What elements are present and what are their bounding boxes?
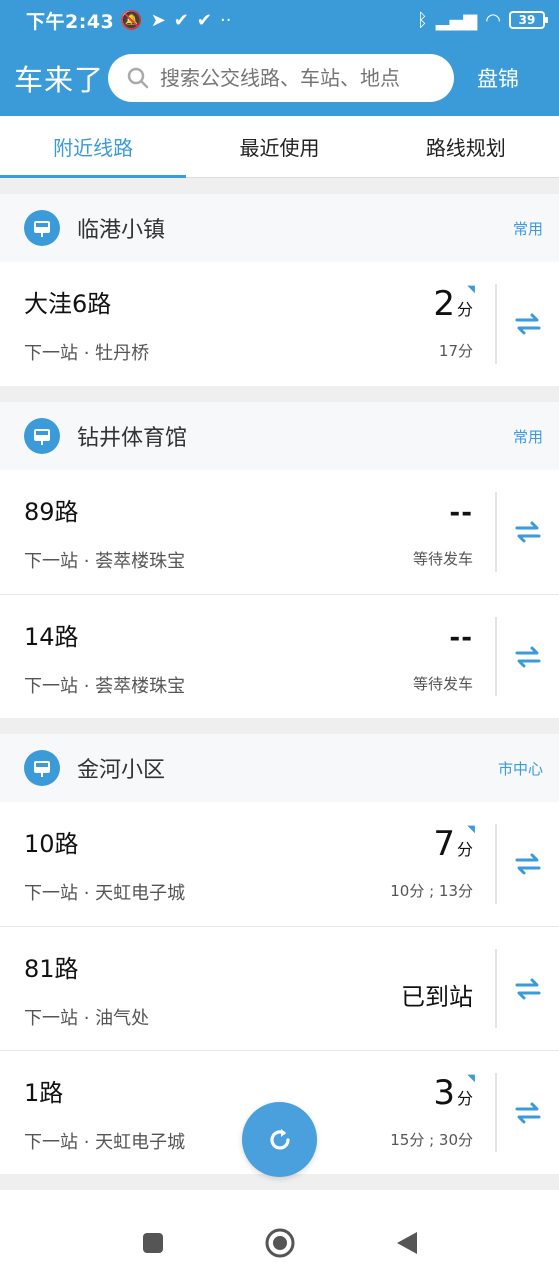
eta-value: 2 [433, 284, 455, 324]
recents-button[interactable] [89, 1231, 216, 1255]
search-input[interactable] [160, 66, 450, 90]
square-icon [142, 1233, 163, 1253]
bus-stop-icon [24, 418, 60, 454]
home-circle-icon [265, 1228, 294, 1258]
tab-nearby-lines[interactable]: 附近线路 [0, 116, 187, 178]
battery-icon: 39 [509, 11, 548, 29]
check-icon: ✔ [173, 9, 189, 31]
eta-sub: 15分 ; 30分 [390, 1131, 473, 1149]
swap-direction-icon [515, 978, 541, 999]
bus-line-row[interactable]: 大洼6路 下一站 · 牡丹桥 ◥ 2分 17分 [0, 262, 559, 386]
next-stop: 下一站 · 牡丹桥 [24, 343, 150, 364]
bus-stop-icon [24, 750, 60, 786]
tab-recent[interactable]: 最近使用 [186, 116, 372, 177]
eta-block: -- 等待发车 [275, 595, 495, 718]
station-header[interactable]: 钻井体育馆 常用 [0, 402, 559, 470]
swap-direction-button[interactable] [497, 1051, 559, 1174]
next-stop: 下一站 · 天虹电子城 [24, 1132, 186, 1153]
eta-dash: -- [449, 623, 473, 653]
eta-sub: 等待发车 [412, 675, 473, 693]
eta-sub: 17分 [438, 342, 473, 360]
next-stop: 下一站 · 荟萃楼珠宝 [24, 551, 186, 572]
eta-value: 7 [433, 824, 455, 864]
notification-icons: 🔕 ➤ ✔ ✔ ·· [120, 10, 231, 31]
check-icon: ✔ [196, 9, 212, 31]
system-icons: ᛒ ▂▄▆ ◠ 39 [416, 9, 548, 31]
eta-sub: 等待发车 [412, 550, 473, 568]
station-tag: 常用 [512, 219, 543, 238]
eta-value: 3 [433, 1073, 455, 1113]
eta-minutes: 2分 [433, 284, 473, 324]
eta-block: -- 等待发车 [275, 470, 495, 594]
app-header: 车来了 盘锦 [0, 40, 559, 116]
city-selector[interactable]: 盘锦 [477, 63, 519, 93]
station-tag: 市中心 [497, 759, 543, 778]
eta-block: 已到站 [275, 927, 495, 1050]
station-name: 钻井体育馆 [77, 426, 188, 451]
tab-route-planning[interactable]: 路线规划 [373, 116, 559, 177]
next-stop: 下一站 · 油气处 [24, 1008, 150, 1029]
mute-alarm-icon: 🔕 [120, 9, 143, 31]
bus-stop-icon [24, 210, 60, 246]
bluetooth-icon: ᛒ [416, 9, 428, 31]
station-group-partial [0, 1190, 559, 1206]
eta-block: ◥ 2分 17分 [275, 262, 495, 386]
nearby-lines-list[interactable]: 临港小镇 常用 大洼6路 下一站 · 牡丹桥 ◥ 2分 17分 钻井体育馆 常用… [0, 178, 559, 1206]
swap-direction-button[interactable] [497, 802, 559, 926]
search-icon [127, 67, 149, 89]
station-tag: 常用 [512, 427, 543, 446]
swap-direction-button[interactable] [497, 262, 559, 386]
next-stop: 下一站 · 荟萃楼珠宝 [24, 676, 186, 697]
bus-line-row[interactable]: 14路 下一站 · 荟萃楼珠宝 -- 等待发车 [0, 594, 559, 718]
station-name: 临港小镇 [77, 218, 166, 243]
eta-unit: 分 [456, 300, 473, 319]
line-name: 10路 [24, 830, 79, 858]
arrived-status: 已到站 [401, 983, 473, 1011]
telegram-icon: ➤ [150, 9, 166, 31]
line-name: 89路 [24, 498, 79, 526]
eta-minutes: 3分 [433, 1073, 473, 1113]
swap-direction-button[interactable] [497, 595, 559, 718]
eta-unit: 分 [456, 840, 473, 859]
swap-direction-icon [515, 521, 541, 543]
swap-direction-icon [515, 313, 541, 335]
app-title: 车来了 [14, 63, 105, 97]
station-group: 钻井体育馆 常用 89路 下一站 · 荟萃楼珠宝 -- 等待发车 14路 下一站… [0, 402, 559, 718]
status-bar: 下午2:43 🔕 ➤ ✔ ✔ ·· ᛒ ▂▄▆ ◠ 39 [0, 0, 559, 40]
line-name: 81路 [24, 955, 79, 983]
eta-sub: 10分 ; 13分 [390, 882, 473, 900]
refresh-button[interactable] [242, 1102, 317, 1177]
cell-signal-icon: ▂▄▆ [435, 9, 478, 31]
station-name: 金河小区 [77, 758, 166, 783]
swap-direction-button[interactable] [497, 927, 559, 1050]
station-header[interactable]: 金河小区 市中心 [0, 734, 559, 802]
status-time: 下午2:43 [26, 10, 115, 33]
refresh-icon [269, 1128, 290, 1149]
eta-block: ◥ 7分 10分 ; 13分 [275, 802, 495, 926]
swap-direction-icon [515, 1102, 541, 1123]
bus-line-row[interactable]: 89路 下一站 · 荟萃楼珠宝 -- 等待发车 [0, 470, 559, 594]
line-name: 14路 [24, 623, 79, 651]
bus-line-row[interactable]: 10路 下一站 · 天虹电子城 ◥ 7分 10分 ; 13分 [0, 802, 559, 926]
tab-bar: 附近线路 最近使用 路线规划 [0, 116, 559, 178]
swap-direction-button[interactable] [497, 470, 559, 594]
eta-unit: 分 [456, 1089, 473, 1108]
back-triangle-icon [396, 1232, 417, 1254]
line-name: 1路 [24, 1079, 64, 1107]
swap-direction-icon [515, 646, 541, 667]
station-header[interactable]: 临港小镇 常用 [0, 194, 559, 262]
system-nav-bar [0, 1206, 559, 1280]
eta-dash: -- [449, 498, 473, 528]
more-notifications-icon: ·· [219, 9, 232, 31]
next-stop: 下一站 · 天虹电子城 [24, 883, 186, 904]
eta-minutes: 7分 [433, 824, 473, 864]
search-bar[interactable] [108, 54, 454, 102]
swap-direction-icon [515, 853, 541, 875]
bus-line-row[interactable]: 81路 下一站 · 油气处 已到站 [0, 926, 559, 1050]
wifi-icon: ◠ [485, 9, 501, 31]
home-button[interactable] [216, 1227, 343, 1259]
station-group: 临港小镇 常用 大洼6路 下一站 · 牡丹桥 ◥ 2分 17分 [0, 194, 559, 386]
back-button[interactable] [343, 1230, 470, 1256]
line-name: 大洼6路 [24, 290, 112, 318]
